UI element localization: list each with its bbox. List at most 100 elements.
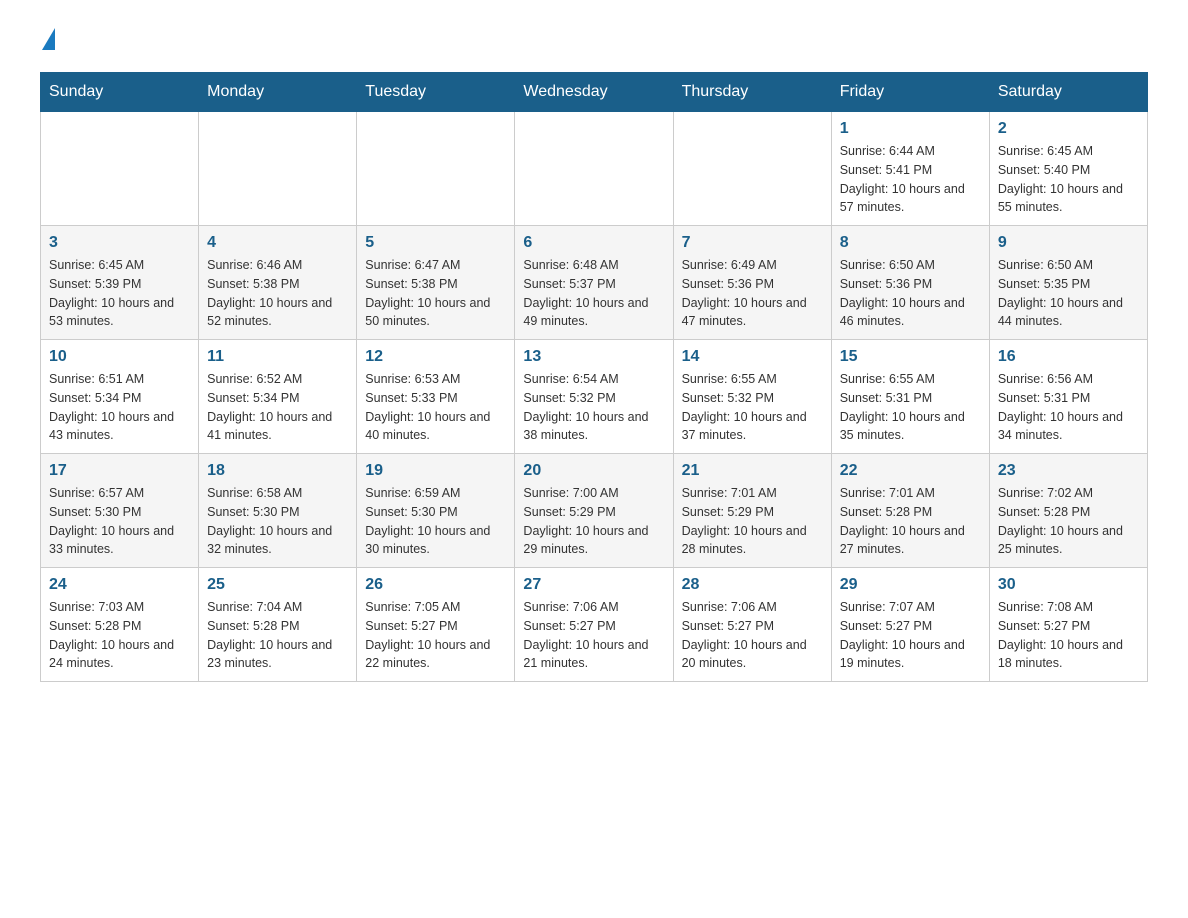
day-info: Sunrise: 6:50 AM Sunset: 5:36 PM Dayligh… bbox=[840, 256, 981, 331]
day-info: Sunrise: 7:02 AM Sunset: 5:28 PM Dayligh… bbox=[998, 484, 1139, 559]
day-number: 27 bbox=[523, 576, 664, 594]
day-number: 22 bbox=[840, 462, 981, 480]
day-info: Sunrise: 6:47 AM Sunset: 5:38 PM Dayligh… bbox=[365, 256, 506, 331]
calendar-cell: 8 Sunrise: 6:50 AM Sunset: 5:36 PM Daylig… bbox=[831, 226, 989, 340]
weekday-header-saturday: Saturday bbox=[989, 73, 1147, 112]
day-info: Sunrise: 6:59 AM Sunset: 5:30 PM Dayligh… bbox=[365, 484, 506, 559]
day-number: 8 bbox=[840, 234, 981, 252]
calendar-cell: 24 Sunrise: 7:03 AM Sunset: 5:28 PM Dayli… bbox=[41, 568, 199, 682]
day-number: 28 bbox=[682, 576, 823, 594]
calendar-cell: 30 Sunrise: 7:08 AM Sunset: 5:27 PM Dayli… bbox=[989, 568, 1147, 682]
day-info: Sunrise: 6:50 AM Sunset: 5:35 PM Dayligh… bbox=[998, 256, 1139, 331]
day-number: 2 bbox=[998, 120, 1139, 138]
week-row-5: 24 Sunrise: 7:03 AM Sunset: 5:28 PM Dayli… bbox=[41, 568, 1148, 682]
week-row-3: 10 Sunrise: 6:51 AM Sunset: 5:34 PM Dayli… bbox=[41, 340, 1148, 454]
day-number: 29 bbox=[840, 576, 981, 594]
calendar-cell bbox=[199, 112, 357, 226]
calendar-cell bbox=[515, 112, 673, 226]
calendar-cell: 7 Sunrise: 6:49 AM Sunset: 5:36 PM Daylig… bbox=[673, 226, 831, 340]
week-row-1: 1 Sunrise: 6:44 AM Sunset: 5:41 PM Daylig… bbox=[41, 112, 1148, 226]
calendar-table: SundayMondayTuesdayWednesdayThursdayFrid… bbox=[40, 72, 1148, 682]
day-number: 17 bbox=[49, 462, 190, 480]
day-number: 25 bbox=[207, 576, 348, 594]
day-number: 6 bbox=[523, 234, 664, 252]
day-info: Sunrise: 6:57 AM Sunset: 5:30 PM Dayligh… bbox=[49, 484, 190, 559]
day-info: Sunrise: 6:44 AM Sunset: 5:41 PM Dayligh… bbox=[840, 142, 981, 217]
day-info: Sunrise: 7:04 AM Sunset: 5:28 PM Dayligh… bbox=[207, 598, 348, 673]
day-number: 15 bbox=[840, 348, 981, 366]
calendar-cell: 19 Sunrise: 6:59 AM Sunset: 5:30 PM Dayli… bbox=[357, 454, 515, 568]
calendar-cell bbox=[357, 112, 515, 226]
calendar-cell: 10 Sunrise: 6:51 AM Sunset: 5:34 PM Dayli… bbox=[41, 340, 199, 454]
day-info: Sunrise: 6:55 AM Sunset: 5:32 PM Dayligh… bbox=[682, 370, 823, 445]
calendar-cell: 6Sunrise: 6:48 AM Sunset: 5:37 PM Daylig… bbox=[515, 226, 673, 340]
calendar-cell: 12 Sunrise: 6:53 AM Sunset: 5:33 PM Dayli… bbox=[357, 340, 515, 454]
day-number: 23 bbox=[998, 462, 1139, 480]
day-number: 18 bbox=[207, 462, 348, 480]
day-info: Sunrise: 6:52 AM Sunset: 5:34 PM Dayligh… bbox=[207, 370, 348, 445]
calendar-cell: 3 Sunrise: 6:45 AM Sunset: 5:39 PM Daylig… bbox=[41, 226, 199, 340]
day-number: 16 bbox=[998, 348, 1139, 366]
day-number: 24 bbox=[49, 576, 190, 594]
day-info: Sunrise: 6:53 AM Sunset: 5:33 PM Dayligh… bbox=[365, 370, 506, 445]
day-info: Sunrise: 6:46 AM Sunset: 5:38 PM Dayligh… bbox=[207, 256, 348, 331]
day-info: Sunrise: 6:56 AM Sunset: 5:31 PM Dayligh… bbox=[998, 370, 1139, 445]
calendar-cell: 9Sunrise: 6:50 AM Sunset: 5:35 PM Daylig… bbox=[989, 226, 1147, 340]
calendar-cell: 2 Sunrise: 6:45 AM Sunset: 5:40 PM Daylig… bbox=[989, 112, 1147, 226]
weekday-header-tuesday: Tuesday bbox=[357, 73, 515, 112]
weekday-header-row: SundayMondayTuesdayWednesdayThursdayFrid… bbox=[41, 73, 1148, 112]
day-number: 10 bbox=[49, 348, 190, 366]
day-number: 26 bbox=[365, 576, 506, 594]
day-number: 4 bbox=[207, 234, 348, 252]
calendar-cell: 1 Sunrise: 6:44 AM Sunset: 5:41 PM Daylig… bbox=[831, 112, 989, 226]
day-number: 7 bbox=[682, 234, 823, 252]
calendar-cell: 28 Sunrise: 7:06 AM Sunset: 5:27 PM Dayli… bbox=[673, 568, 831, 682]
day-number: 1 bbox=[840, 120, 981, 138]
day-number: 19 bbox=[365, 462, 506, 480]
weekday-header-wednesday: Wednesday bbox=[515, 73, 673, 112]
calendar-cell: 22Sunrise: 7:01 AM Sunset: 5:28 PM Dayli… bbox=[831, 454, 989, 568]
calendar-cell: 21Sunrise: 7:01 AM Sunset: 5:29 PM Dayli… bbox=[673, 454, 831, 568]
day-number: 11 bbox=[207, 348, 348, 366]
calendar-cell: 13Sunrise: 6:54 AM Sunset: 5:32 PM Dayli… bbox=[515, 340, 673, 454]
day-info: Sunrise: 6:58 AM Sunset: 5:30 PM Dayligh… bbox=[207, 484, 348, 559]
day-info: Sunrise: 6:45 AM Sunset: 5:40 PM Dayligh… bbox=[998, 142, 1139, 217]
day-info: Sunrise: 6:55 AM Sunset: 5:31 PM Dayligh… bbox=[840, 370, 981, 445]
day-number: 14 bbox=[682, 348, 823, 366]
weekday-header-friday: Friday bbox=[831, 73, 989, 112]
day-info: Sunrise: 7:06 AM Sunset: 5:27 PM Dayligh… bbox=[523, 598, 664, 673]
day-info: Sunrise: 6:51 AM Sunset: 5:34 PM Dayligh… bbox=[49, 370, 190, 445]
calendar-cell: 16 Sunrise: 6:56 AM Sunset: 5:31 PM Dayli… bbox=[989, 340, 1147, 454]
calendar-cell: 4 Sunrise: 6:46 AM Sunset: 5:38 PM Daylig… bbox=[199, 226, 357, 340]
day-info: Sunrise: 7:01 AM Sunset: 5:29 PM Dayligh… bbox=[682, 484, 823, 559]
day-info: Sunrise: 7:06 AM Sunset: 5:27 PM Dayligh… bbox=[682, 598, 823, 673]
day-info: Sunrise: 6:49 AM Sunset: 5:36 PM Dayligh… bbox=[682, 256, 823, 331]
calendar-cell: 14 Sunrise: 6:55 AM Sunset: 5:32 PM Dayli… bbox=[673, 340, 831, 454]
weekday-header-monday: Monday bbox=[199, 73, 357, 112]
logo bbox=[40, 30, 55, 52]
day-number: 3 bbox=[49, 234, 190, 252]
calendar-cell: 5 Sunrise: 6:47 AM Sunset: 5:38 PM Daylig… bbox=[357, 226, 515, 340]
calendar-cell: 26 Sunrise: 7:05 AM Sunset: 5:27 PM Dayli… bbox=[357, 568, 515, 682]
calendar-cell bbox=[41, 112, 199, 226]
calendar-cell: 15 Sunrise: 6:55 AM Sunset: 5:31 PM Dayli… bbox=[831, 340, 989, 454]
weekday-header-thursday: Thursday bbox=[673, 73, 831, 112]
day-number: 20 bbox=[523, 462, 664, 480]
day-info: Sunrise: 6:54 AM Sunset: 5:32 PM Dayligh… bbox=[523, 370, 664, 445]
day-info: Sunrise: 6:45 AM Sunset: 5:39 PM Dayligh… bbox=[49, 256, 190, 331]
week-row-4: 17 Sunrise: 6:57 AM Sunset: 5:30 PM Dayli… bbox=[41, 454, 1148, 568]
day-number: 12 bbox=[365, 348, 506, 366]
day-number: 5 bbox=[365, 234, 506, 252]
calendar-cell: 25 Sunrise: 7:04 AM Sunset: 5:28 PM Dayli… bbox=[199, 568, 357, 682]
calendar-cell: 17 Sunrise: 6:57 AM Sunset: 5:30 PM Dayli… bbox=[41, 454, 199, 568]
header bbox=[40, 30, 1148, 52]
day-info: Sunrise: 7:05 AM Sunset: 5:27 PM Dayligh… bbox=[365, 598, 506, 673]
calendar-cell: 18 Sunrise: 6:58 AM Sunset: 5:30 PM Dayli… bbox=[199, 454, 357, 568]
weekday-header-sunday: Sunday bbox=[41, 73, 199, 112]
day-info: Sunrise: 7:08 AM Sunset: 5:27 PM Dayligh… bbox=[998, 598, 1139, 673]
day-info: Sunrise: 7:07 AM Sunset: 5:27 PM Dayligh… bbox=[840, 598, 981, 673]
calendar-cell: 23 Sunrise: 7:02 AM Sunset: 5:28 PM Dayli… bbox=[989, 454, 1147, 568]
day-info: Sunrise: 7:03 AM Sunset: 5:28 PM Dayligh… bbox=[49, 598, 190, 673]
calendar-cell bbox=[673, 112, 831, 226]
day-number: 30 bbox=[998, 576, 1139, 594]
